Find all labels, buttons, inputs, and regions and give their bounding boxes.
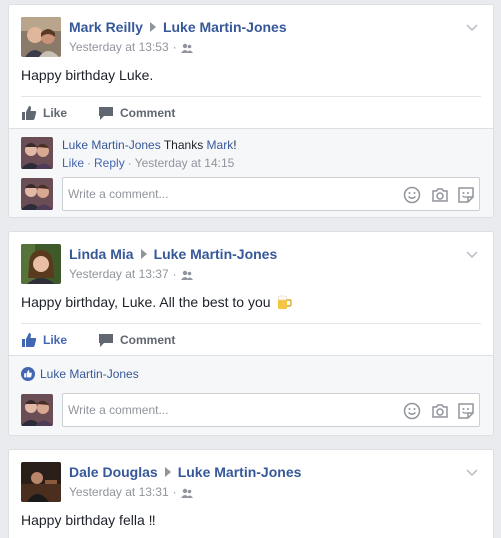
camera-icon[interactable] (431, 186, 449, 204)
friends-icon[interactable] (180, 42, 193, 56)
camera-icon[interactable] (431, 402, 449, 420)
comment-actions: Like · Reply · Yesterday at 14:15 (62, 156, 234, 170)
likes-summary: Luke Martin-Jones (21, 367, 139, 381)
post-author-line: Linda Mia Luke Martin-Jones (69, 246, 277, 262)
my-avatar[interactable] (21, 394, 53, 426)
comment-label: Comment (120, 333, 176, 347)
comment-like-link[interactable]: Like (62, 156, 84, 170)
thumbs-up-icon (22, 333, 37, 347)
post-author-line: Dale Douglas Luke Martin-Jones (69, 464, 301, 480)
post-header: Linda Mia Luke Martin-Jones Yesterday at … (21, 244, 481, 288)
post-text: Happy birthday Luke. (21, 67, 154, 83)
comments-section: Luke Martin-Jones (9, 355, 493, 435)
comment-body: Thanks (163, 138, 204, 152)
friends-icon[interactable] (180, 487, 193, 501)
author-name[interactable]: Dale Douglas (69, 464, 158, 480)
action-bar: Like Comment (21, 96, 481, 128)
like-label: Like (43, 106, 68, 120)
comment-mention[interactable]: Mark (207, 138, 234, 152)
post-text: Happy birthday fella ‼ (21, 512, 156, 528)
target-name[interactable]: Luke Martin-Jones (154, 246, 278, 262)
chevron-down-icon[interactable] (465, 250, 479, 260)
like-button[interactable]: Like (21, 332, 67, 348)
comment-label: Comment (120, 106, 176, 120)
sticker-icon[interactable] (457, 186, 475, 204)
comment-composer (62, 177, 480, 211)
chevron-down-icon[interactable] (465, 23, 479, 33)
my-avatar[interactable] (21, 178, 53, 210)
arrow-right-icon (164, 467, 171, 477)
separator: · (127, 156, 132, 170)
post-meta: Yesterday at 13:31 · (69, 485, 193, 501)
avatar[interactable] (21, 17, 61, 57)
post-card: Mark Reilly Luke Martin-Jones Yesterday a… (8, 4, 494, 218)
comment-input[interactable] (63, 178, 383, 210)
author-name[interactable]: Mark Reilly (69, 19, 143, 35)
comments-section: Luke Martin-Jones Thanks Mark! Like · Repl… (9, 128, 493, 217)
commenter-avatar[interactable] (21, 137, 53, 169)
post-text: Happy birthday, Luke. All the best to yo… (21, 294, 293, 313)
comment-author[interactable]: Luke Martin-Jones (62, 138, 161, 152)
post-timestamp[interactable]: Yesterday at 13:31 (69, 485, 169, 499)
liker-name[interactable]: Luke Martin-Jones (40, 367, 139, 381)
post-header: Dale Douglas Luke Martin-Jones Yesterday … (21, 462, 481, 506)
chevron-down-icon[interactable] (465, 468, 479, 478)
comment-timestamp[interactable]: Yesterday at 14:15 (135, 156, 235, 170)
post-timestamp[interactable]: Yesterday at 13:37 (69, 267, 169, 281)
separator: · (87, 156, 92, 170)
target-name[interactable]: Luke Martin-Jones (163, 19, 287, 35)
post-card: Linda Mia Luke Martin-Jones Yesterday at … (8, 231, 494, 436)
comment-reply-link[interactable]: Reply (94, 156, 125, 170)
arrow-right-icon (140, 249, 147, 259)
sticker-icon[interactable] (457, 402, 475, 420)
post-meta: Yesterday at 13:37 · (69, 267, 193, 283)
speech-bubble-icon (99, 107, 113, 120)
beer-mug-icon (276, 294, 293, 313)
arrow-right-icon (149, 22, 156, 32)
thumbs-up-icon (22, 106, 37, 120)
comment-button[interactable]: Comment (98, 105, 175, 121)
avatar[interactable] (21, 462, 61, 502)
like-label: Like (43, 333, 68, 347)
comment-body-end: ! (233, 138, 237, 152)
speech-bubble-icon (99, 334, 113, 347)
meta-separator: · (172, 485, 177, 499)
smiley-icon[interactable] (403, 186, 421, 204)
post-card: Dale Douglas Luke Martin-Jones Yesterday … (8, 449, 494, 538)
like-reaction-icon (21, 367, 35, 381)
post-header: Mark Reilly Luke Martin-Jones Yesterday a… (21, 17, 481, 61)
like-button[interactable]: Like (21, 105, 67, 121)
target-name[interactable]: Luke Martin-Jones (178, 464, 302, 480)
meta-separator: · (172, 267, 177, 281)
action-bar: Like Comment (21, 323, 481, 355)
author-name[interactable]: Linda Mia (69, 246, 134, 262)
meta-separator: · (172, 40, 177, 54)
comment-button[interactable]: Comment (98, 332, 175, 348)
smiley-icon[interactable] (403, 402, 421, 420)
avatar[interactable] (21, 244, 61, 284)
post-timestamp[interactable]: Yesterday at 13:53 (69, 40, 169, 54)
comment-text: Luke Martin-Jones Thanks Mark! (62, 138, 237, 152)
post-author-line: Mark Reilly Luke Martin-Jones (69, 19, 287, 35)
comment-input[interactable] (63, 394, 383, 426)
friends-icon[interactable] (180, 269, 193, 283)
post-meta: Yesterday at 13:53 · (69, 40, 193, 56)
post-text-body: Happy birthday, Luke. All the best to yo… (21, 294, 271, 310)
comment-composer (62, 393, 480, 427)
